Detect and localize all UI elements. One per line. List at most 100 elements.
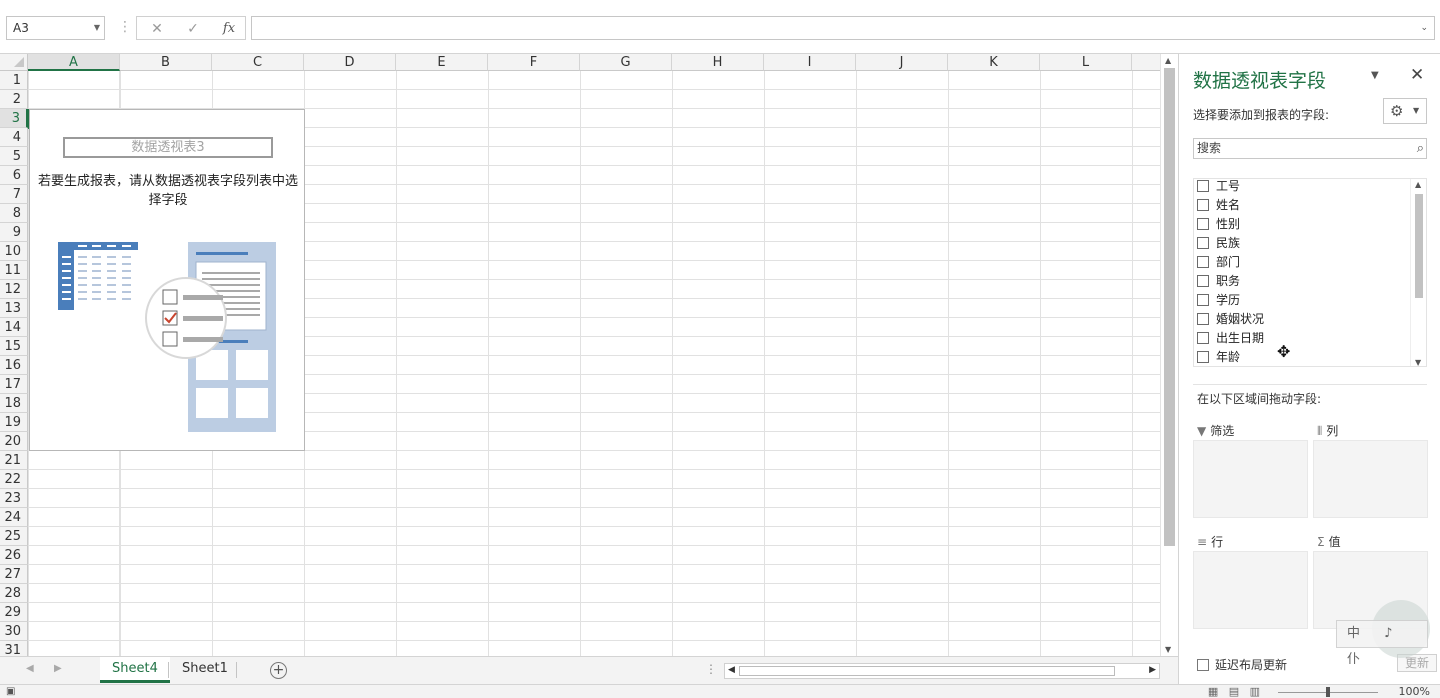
row-header-25[interactable]: 25 [0, 527, 28, 546]
field-checkbox[interactable] [1197, 256, 1209, 268]
tab-next-icon[interactable]: ▶ [54, 663, 62, 674]
field-checkbox[interactable] [1197, 199, 1209, 211]
column-header-i[interactable]: I [764, 54, 856, 71]
defer-checkbox[interactable] [1197, 659, 1209, 671]
row-header-26[interactable]: 26 [0, 546, 28, 565]
row-header-6[interactable]: 6 [0, 166, 28, 185]
tab-prev-icon[interactable]: ◀ [26, 663, 34, 674]
row-header-3[interactable]: 3 [0, 109, 28, 128]
view-buttons[interactable]: ▦ ▤ ▥ [1208, 685, 1260, 698]
field-list-scrollbar[interactable]: ▲ ▼ [1410, 179, 1426, 366]
column-header-l[interactable]: L [1040, 54, 1132, 71]
column-header-m[interactable]: M [1132, 54, 1160, 71]
row-header-31[interactable]: 31 [0, 641, 28, 656]
column-header-e[interactable]: E [396, 54, 488, 71]
field-checkbox[interactable] [1197, 332, 1209, 344]
column-header-b[interactable]: B [120, 54, 212, 71]
defer-layout-update[interactable]: 延迟布局更新 [1197, 656, 1287, 673]
chevron-down-icon: ▼ [1413, 106, 1420, 115]
filter-drop-zone[interactable] [1193, 440, 1308, 518]
insert-function-icon[interactable]: fx [217, 19, 241, 39]
row-header-4[interactable]: 4 [0, 128, 28, 147]
row-header-17[interactable]: 17 [0, 375, 28, 394]
row-header-5[interactable]: 5 [0, 147, 28, 166]
row-header-22[interactable]: 22 [0, 470, 28, 489]
columns-drop-zone[interactable] [1313, 440, 1428, 518]
ime-toolbar[interactable]: 中 ♪ 仆 [1336, 620, 1428, 667]
row-header-9[interactable]: 9 [0, 223, 28, 242]
row-header-12[interactable]: 12 [0, 280, 28, 299]
row-header-28[interactable]: 28 [0, 584, 28, 603]
row-header-11[interactable]: 11 [0, 261, 28, 280]
horizontal-scrollbar[interactable]: ◀ ▶ [724, 663, 1160, 679]
pane-options-chevron-icon[interactable]: ▼ [1371, 70, 1379, 81]
row-header-29[interactable]: 29 [0, 603, 28, 622]
column-header-d[interactable]: D [304, 54, 396, 71]
column-header-j[interactable]: J [856, 54, 948, 71]
macro-record-icon[interactable]: ▣ [6, 686, 15, 697]
expand-formula-bar-icon[interactable]: ⌄ [1420, 23, 1428, 33]
row-header-16[interactable]: 16 [0, 356, 28, 375]
row-header-23[interactable]: 23 [0, 489, 28, 508]
row-header-27[interactable]: 27 [0, 565, 28, 584]
scroll-right-icon[interactable]: ▶ [1149, 665, 1156, 675]
field-list[interactable]: 工号 姓名 性别 民族 部门 职务 学历 婚姻状况 出生日期 年龄 ▲ ▼ [1193, 178, 1427, 367]
column-header-a[interactable]: A [28, 54, 120, 71]
column-header-f[interactable]: F [488, 54, 580, 71]
row-header-15[interactable]: 15 [0, 337, 28, 356]
row-header-20[interactable]: 20 [0, 432, 28, 451]
field-checkbox[interactable] [1197, 218, 1209, 230]
field-checkbox[interactable] [1197, 351, 1209, 363]
chevron-down-icon[interactable]: ▼ [94, 17, 100, 39]
scroll-up-icon[interactable]: ▲ [1415, 180, 1421, 189]
zoom-slider-knob[interactable] [1326, 687, 1330, 697]
tab-divider [168, 662, 169, 678]
field-layout-button[interactable]: ⚙ ▼ [1383, 98, 1427, 124]
formula-input[interactable]: ⌄ [251, 16, 1435, 40]
cancel-icon[interactable]: ✕ [145, 19, 169, 39]
field-list-scroll-thumb[interactable] [1415, 194, 1423, 298]
field-checkbox[interactable] [1197, 237, 1209, 249]
rows-drop-zone[interactable] [1193, 551, 1308, 629]
vertical-scroll-thumb[interactable] [1164, 68, 1175, 546]
vertical-scrollbar[interactable]: ▲ ▼ [1160, 54, 1177, 656]
scroll-left-icon[interactable]: ◀ [728, 665, 735, 675]
column-header-h[interactable]: H [672, 54, 764, 71]
row-header-30[interactable]: 30 [0, 622, 28, 641]
field-checkbox[interactable] [1197, 313, 1209, 325]
scroll-down-icon[interactable]: ▼ [1415, 358, 1421, 366]
field-checkbox[interactable] [1197, 275, 1209, 287]
row-header-19[interactable]: 19 [0, 413, 28, 432]
column-header-g[interactable]: G [580, 54, 672, 71]
enter-icon[interactable]: ✓ [181, 19, 205, 39]
tab-split-handle-icon[interactable]: ⋮ [705, 662, 717, 676]
close-icon[interactable]: ✕ [1410, 65, 1424, 85]
field-checkbox[interactable] [1197, 180, 1209, 192]
row-header-2[interactable]: 2 [0, 90, 28, 109]
row-header-18[interactable]: 18 [0, 394, 28, 413]
select-all-corner[interactable] [0, 54, 28, 71]
tab-sheet4[interactable]: Sheet4 [100, 657, 170, 683]
row-header-13[interactable]: 13 [0, 299, 28, 318]
row-header-8[interactable]: 8 [0, 204, 28, 223]
row-header-10[interactable]: 10 [0, 242, 28, 261]
horizontal-scroll-thumb[interactable] [739, 666, 1115, 676]
row-header-21[interactable]: 21 [0, 451, 28, 470]
name-box[interactable]: A3 ▼ [6, 16, 105, 40]
scroll-up-icon[interactable]: ▲ [1165, 56, 1171, 65]
pivot-table-placeholder[interactable]: 数据透视表3 若要生成报表，请从数据透视表字段列表中选择字段 [29, 109, 305, 451]
search-icon[interactable]: ⌕ [1417, 139, 1424, 158]
field-checkbox[interactable] [1197, 294, 1209, 306]
row-header-7[interactable]: 7 [0, 185, 28, 204]
add-sheet-icon[interactable]: + [270, 662, 287, 679]
row-header-24[interactable]: 24 [0, 508, 28, 527]
zoom-level[interactable]: 100% [1399, 685, 1430, 698]
worksheet-grid[interactable]: ABCDEFGHIJKLMNO 123456789101112131415161… [0, 54, 1160, 656]
scroll-down-icon[interactable]: ▼ [1165, 645, 1171, 654]
column-header-k[interactable]: K [948, 54, 1040, 71]
row-header-1[interactable]: 1 [0, 71, 28, 90]
column-header-c[interactable]: C [212, 54, 304, 71]
tab-sheet1[interactable]: Sheet1 [170, 657, 240, 683]
field-search-input[interactable]: 搜索 ⌕ [1193, 138, 1427, 159]
row-header-14[interactable]: 14 [0, 318, 28, 337]
